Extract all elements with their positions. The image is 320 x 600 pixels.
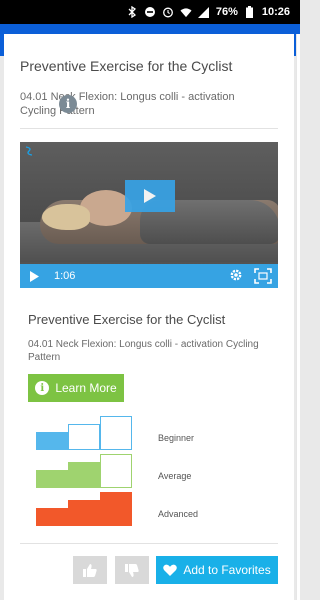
status-bar: 76% 10:26 bbox=[0, 0, 300, 24]
detail-subtitle: 04.01 Neck Flexion: Longus colli - activ… bbox=[28, 339, 259, 363]
battery-percent: 76% bbox=[215, 6, 238, 18]
learn-more-button[interactable]: i Learn More bbox=[28, 374, 124, 402]
divider bbox=[20, 543, 278, 544]
learn-more-label: Learn More bbox=[55, 381, 117, 395]
clock: 10:26 bbox=[261, 6, 290, 18]
video-frame-hair bbox=[42, 204, 90, 230]
exercise-subtitle: 04.01 Neck Flexion: Longus colli - activ… bbox=[20, 91, 235, 117]
level-label: Beginner bbox=[158, 433, 195, 443]
play-small-icon bbox=[29, 270, 39, 282]
level-label: Advanced bbox=[158, 509, 199, 519]
level-bar-empty bbox=[68, 424, 100, 450]
heart-icon bbox=[163, 564, 178, 576]
video-logo-icon bbox=[24, 146, 34, 159]
thumbs-down-button[interactable] bbox=[115, 556, 149, 584]
bluetooth-icon bbox=[126, 6, 138, 18]
info-icon[interactable]: i bbox=[59, 95, 77, 113]
thumbs-up-icon bbox=[83, 563, 97, 577]
divider bbox=[20, 128, 278, 129]
level-bar-filled bbox=[100, 492, 132, 526]
dnd-icon bbox=[144, 6, 156, 18]
settings-gear-icon[interactable] bbox=[228, 268, 244, 284]
signal-icon bbox=[198, 6, 210, 18]
video-time: 1:06 bbox=[54, 270, 76, 282]
level-bar-filled bbox=[68, 500, 100, 526]
wifi-icon bbox=[180, 6, 192, 18]
play-icon bbox=[144, 189, 156, 203]
play-overlay-button[interactable] bbox=[125, 180, 175, 212]
add-to-favorites-button[interactable]: Add to Favorites bbox=[156, 556, 278, 584]
detail-title: Preventive Exercise for the Cyclist bbox=[28, 312, 226, 327]
battery-icon bbox=[244, 6, 256, 18]
thumbs-down-icon bbox=[125, 563, 139, 577]
exercise-card: Preventive Exercise for the Cyclist 04.0… bbox=[4, 34, 294, 600]
level-bar-filled bbox=[36, 432, 68, 450]
level-bar-filled bbox=[36, 470, 68, 488]
alarm-icon bbox=[162, 6, 174, 18]
fullscreen-icon[interactable] bbox=[254, 268, 272, 284]
video-player[interactable]: 1:06 bbox=[20, 142, 278, 288]
level-bar-filled bbox=[36, 508, 68, 526]
thumbs-up-button[interactable] bbox=[73, 556, 107, 584]
level-bar-empty bbox=[100, 416, 132, 450]
video-controls: 1:06 bbox=[20, 264, 278, 288]
favorites-label: Add to Favorites bbox=[183, 563, 271, 577]
play-button[interactable] bbox=[20, 264, 48, 288]
level-bar-empty bbox=[100, 454, 132, 488]
level-label: Average bbox=[158, 471, 192, 481]
level-bar-filled bbox=[68, 462, 100, 488]
exercise-title: Preventive Exercise for the Cyclist bbox=[20, 58, 233, 74]
info-circle-icon: i bbox=[35, 381, 50, 395]
scrollbar[interactable] bbox=[296, 34, 300, 600]
